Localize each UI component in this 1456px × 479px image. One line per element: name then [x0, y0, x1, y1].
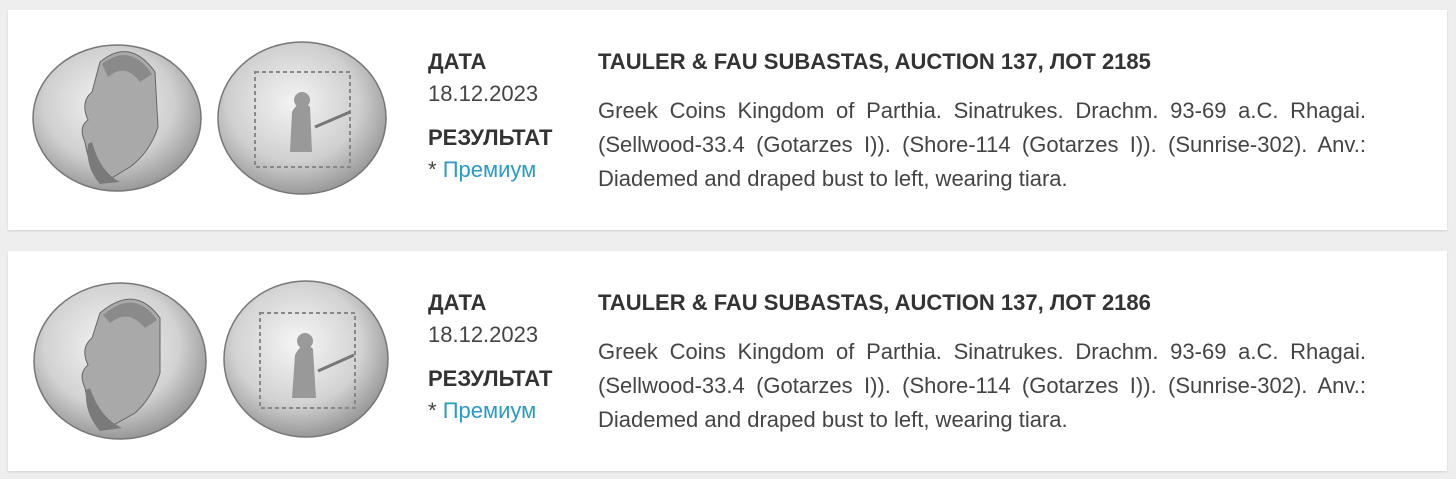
premium-link[interactable]: Премиум — [443, 157, 537, 182]
lot-info: TAULER & FAU SUBASTAS, AUCTION 137, ЛОТ … — [598, 48, 1366, 196]
date-value: 18.12.2023 — [428, 322, 539, 347]
coin-reverse-image — [217, 41, 387, 195]
result-label: РЕЗУЛЬТАТ — [428, 125, 553, 150]
result-value: * Премиум — [428, 397, 588, 425]
date-label: ДАТА — [428, 49, 487, 74]
lot-description: Greek Coins Kingdom of Parthia. Sinatruk… — [598, 339, 1366, 432]
coin-obverse-image — [32, 44, 202, 192]
lot-meta: ДАТА 18.12.2023 РЕЗУЛЬТАТ * Премиум — [428, 289, 588, 425]
premium-asterisk: * — [428, 157, 443, 182]
result-value: * Премиум — [428, 156, 588, 184]
lot-info: TAULER & FAU SUBASTAS, AUCTION 137, ЛОТ … — [598, 289, 1366, 437]
coin-reverse-image — [223, 280, 389, 438]
premium-asterisk: * — [428, 398, 443, 423]
coin-obverse-image — [33, 282, 207, 440]
coin-images[interactable] — [30, 273, 390, 448]
lot-meta: ДАТА 18.12.2023 РЕЗУЛЬТАТ * Премиум — [428, 48, 588, 184]
date-label: ДАТА — [428, 290, 487, 315]
coin-images[interactable] — [30, 32, 390, 207]
result-label: РЕЗУЛЬТАТ — [428, 366, 553, 391]
lot-card[interactable]: ДАТА 18.12.2023 РЕЗУЛЬТАТ * Премиум TAUL… — [8, 251, 1447, 471]
premium-link[interactable]: Премиум — [443, 398, 537, 423]
lot-card[interactable]: ДАТА 18.12.2023 РЕЗУЛЬТАТ * Премиум TAUL… — [8, 10, 1447, 230]
date-value: 18.12.2023 — [428, 81, 539, 106]
lot-title[interactable]: TAULER & FAU SUBASTAS, AUCTION 137, ЛОТ … — [598, 289, 1366, 317]
lot-description: Greek Coins Kingdom of Parthia. Sinatruk… — [598, 98, 1366, 191]
lot-title[interactable]: TAULER & FAU SUBASTAS, AUCTION 137, ЛОТ … — [598, 48, 1366, 76]
